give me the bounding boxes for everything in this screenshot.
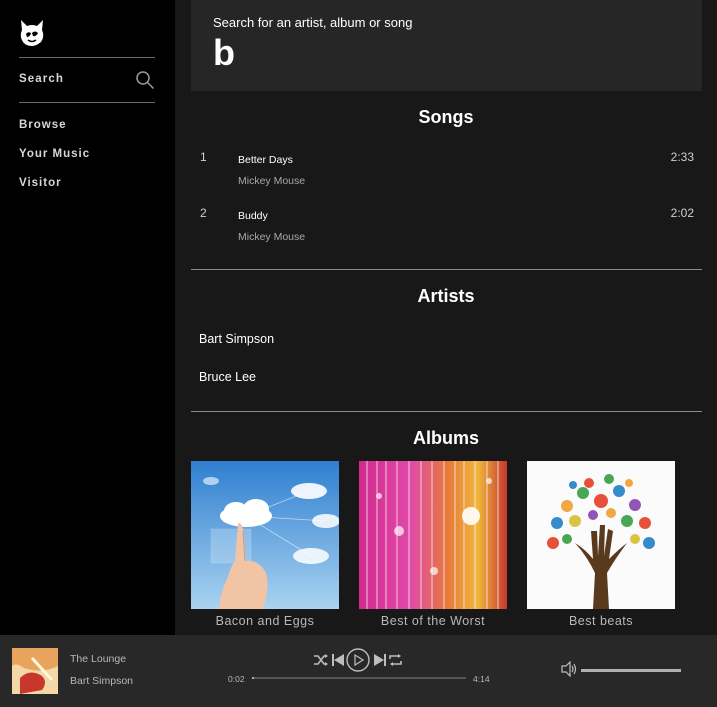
shuffle-icon[interactable]: [314, 654, 328, 666]
search-input[interactable]: [213, 32, 673, 74]
albums-heading: Albums: [412, 428, 479, 448]
album-art-light-streaks[interactable]: [359, 461, 507, 609]
artist-item-bart-simpson[interactable]: Bart Simpson: [199, 332, 274, 346]
volume-fill: [581, 669, 681, 672]
main-content: Search for an artist, album or song Song…: [175, 0, 717, 635]
songs-heading: Songs: [418, 107, 474, 127]
previous-icon[interactable]: [332, 654, 344, 666]
now-playing-album-art[interactable]: [12, 648, 58, 694]
artists-heading: Artists: [417, 286, 475, 306]
sidebar-item-visitor[interactable]: Visitor: [19, 177, 62, 189]
album-name[interactable]: Best of the Worst: [359, 614, 507, 628]
album-card[interactable]: Best beats: [527, 461, 675, 628]
repeat-icon[interactable]: [389, 654, 402, 666]
artist-item-bruce-lee[interactable]: Bruce Lee: [199, 370, 256, 384]
album-name[interactable]: Bacon and Eggs: [191, 614, 339, 628]
sidebar-item-browse[interactable]: Browse: [19, 119, 67, 131]
section-divider: [191, 411, 702, 412]
sidebar-item-your-music[interactable]: Your Music: [19, 148, 90, 160]
progress-bar[interactable]: [252, 677, 466, 679]
song-title[interactable]: Better Days: [238, 154, 293, 166]
song-title[interactable]: Buddy: [238, 210, 268, 222]
album-name[interactable]: Best beats: [527, 614, 675, 628]
cat-head-logo-icon[interactable]: [18, 17, 46, 47]
volume-slider[interactable]: [581, 669, 681, 672]
song-row[interactable]: 1 Better Days Mickey Mouse 2:33: [191, 150, 702, 200]
progress-fill: [252, 677, 254, 679]
album-art-hand-tree[interactable]: [527, 461, 675, 609]
song-duration: 2:02: [670, 206, 694, 220]
play-icon[interactable]: [346, 648, 370, 672]
sidebar-divider-bottom: [19, 102, 155, 103]
album-card[interactable]: Bacon and Eggs: [191, 461, 339, 628]
next-icon[interactable]: [374, 654, 386, 666]
player-bar: The Lounge Bart Simpson 0:02 4:14: [0, 635, 717, 707]
song-artist[interactable]: Mickey Mouse: [238, 175, 305, 187]
song-number: 2: [200, 206, 207, 220]
album-art-hand-cloud[interactable]: [191, 461, 339, 609]
now-playing-title[interactable]: The Lounge: [70, 653, 126, 665]
search-box: Search for an artist, album or song: [191, 0, 702, 91]
volume-icon[interactable]: [561, 661, 577, 677]
album-card[interactable]: Best of the Worst: [359, 461, 507, 628]
song-artist[interactable]: Mickey Mouse: [238, 231, 305, 243]
song-number: 1: [200, 150, 207, 164]
total-time: 4:14: [473, 674, 490, 684]
now-playing-artist[interactable]: Bart Simpson: [70, 675, 133, 687]
sidebar: Search Browse Your Music Visitor: [0, 0, 175, 635]
search-icon[interactable]: [135, 70, 155, 90]
sidebar-search-label[interactable]: Search: [19, 73, 64, 85]
search-prompt: Search for an artist, album or song: [213, 15, 413, 30]
sidebar-divider-top: [19, 57, 155, 58]
elapsed-time: 0:02: [228, 674, 245, 684]
song-row[interactable]: 2 Buddy Mickey Mouse 2:02: [191, 206, 702, 256]
song-duration: 2:33: [670, 150, 694, 164]
section-divider: [191, 269, 702, 270]
